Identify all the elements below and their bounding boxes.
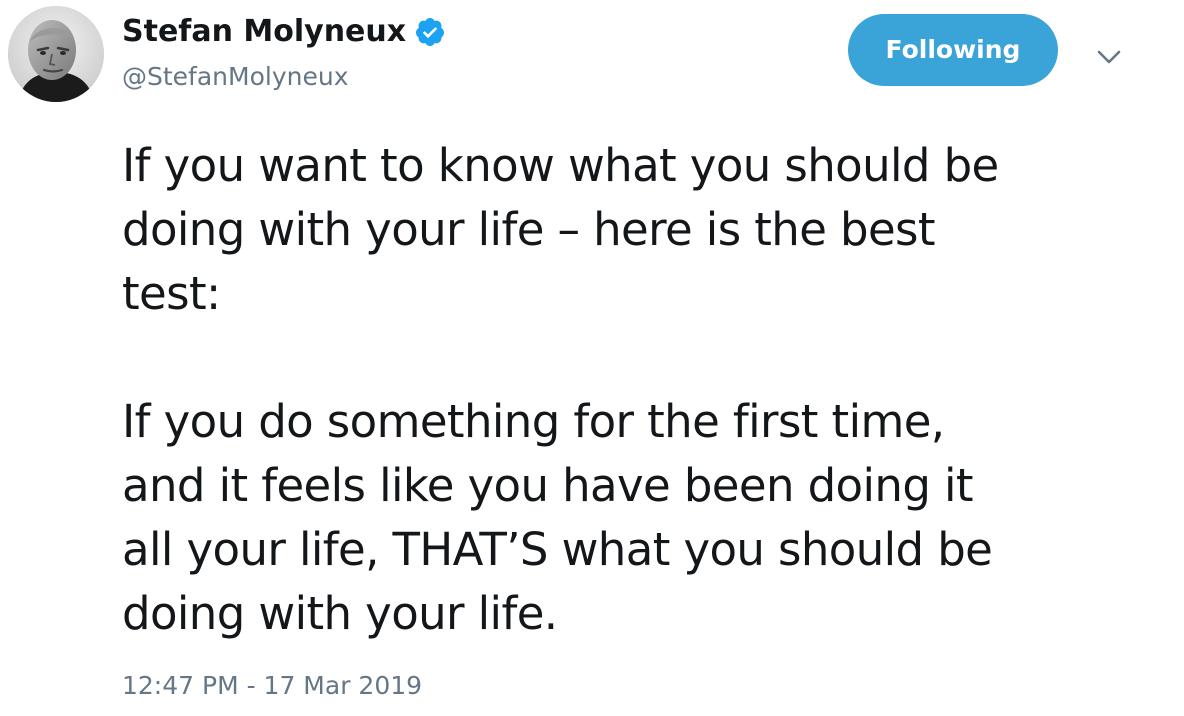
tweet-paragraph: If you want to know what you should be d…: [122, 139, 999, 320]
profile-photo: [8, 6, 104, 102]
avatar[interactable]: [8, 6, 104, 102]
author-handle[interactable]: @StefanMolyneux: [122, 60, 349, 94]
tweet-text: If you want to know what you should be d…: [122, 134, 1162, 646]
author-name-row: Stefan Molyneux: [122, 12, 446, 52]
author-display-name[interactable]: Stefan Molyneux: [122, 12, 406, 52]
more-options-button[interactable]: [1092, 40, 1126, 74]
tweet-timestamp[interactable]: 12:47 PM - 17 Mar 2019: [122, 668, 422, 704]
following-button[interactable]: Following: [848, 14, 1058, 86]
verified-badge-icon: [414, 16, 446, 48]
chevron-down-icon: [1097, 50, 1121, 64]
tweet-paragraph: If you do something for the first time, …: [122, 395, 993, 640]
